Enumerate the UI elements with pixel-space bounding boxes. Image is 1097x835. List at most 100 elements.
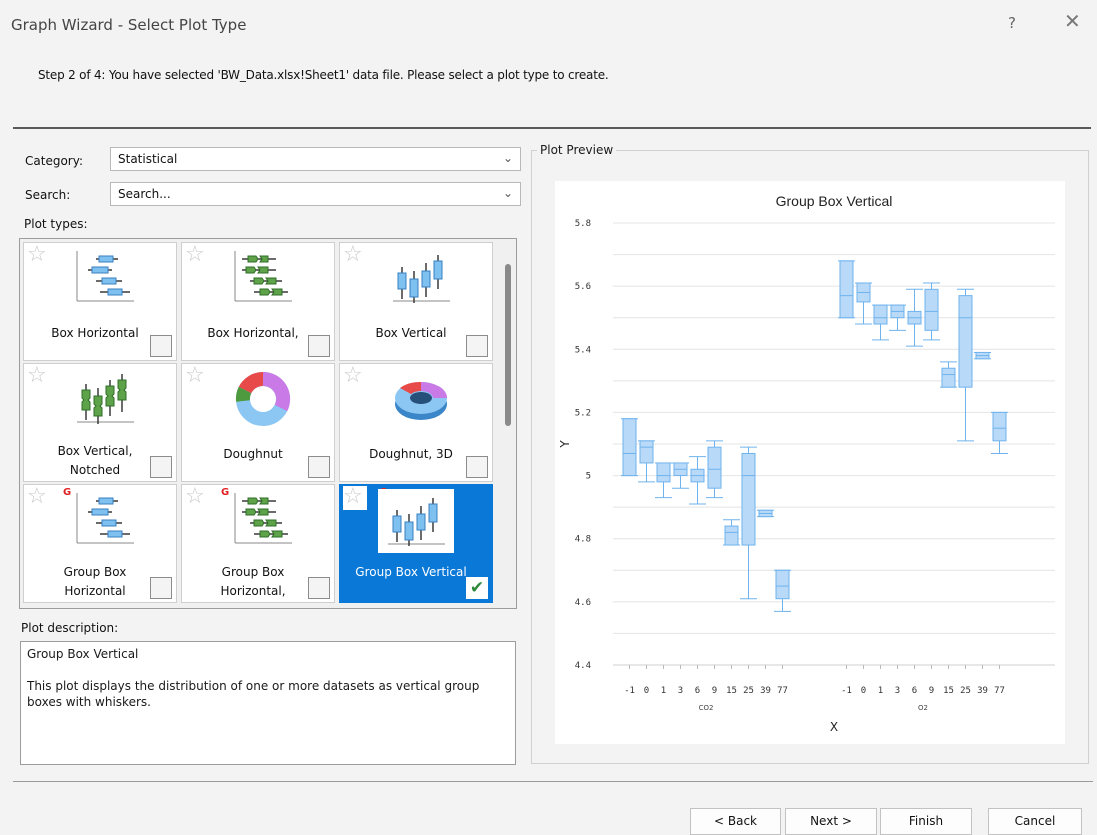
x-tick-label: 9 [712,686,717,696]
search-input[interactable]: Search... ⌄ [110,182,521,206]
x-tick-label: 6 [912,686,917,696]
tile-label: Box Horizontal [51,326,139,340]
x-tick-label: 25 [743,686,754,696]
scrollbar-thumb[interactable] [505,264,511,426]
x-tick-label: 39 [977,686,988,696]
box-body [724,525,739,546]
x-tick-label: 39 [760,686,771,696]
tile-checkbox[interactable] [150,577,172,599]
group-box-horizontal-notched-icon [234,493,292,544]
x-tick-label: -1 [624,686,635,696]
tile-checkbox[interactable] [308,456,330,478]
group-badge: G [63,487,72,498]
star-icon[interactable]: ☆ [27,486,47,508]
x-axis-label: X [830,720,838,734]
tile-checkbox[interactable] [150,456,172,478]
group-badge: G [221,487,230,498]
tile-checkbox[interactable] [466,456,488,478]
box-body [958,295,973,388]
tile-box-vertical[interactable]: ☆ Box Vertical [339,242,493,361]
close-icon[interactable]: ✕ [1064,11,1081,31]
box-body [873,304,888,325]
back-button[interactable]: < Back [690,808,781,835]
category-value: Statistical [118,152,178,166]
x-tick-label: 1 [661,686,666,696]
x-tick-label: -1 [841,686,852,696]
header-divider [13,127,1091,129]
x-tick-label: 0 [861,686,866,696]
tile-checkbox[interactable] [308,577,330,599]
tile-label: Box Horizontal, [207,326,299,340]
next-button[interactable]: Next > [785,808,877,835]
star-icon[interactable]: ☆ [185,486,205,508]
plot-preview-label: Plot Preview [537,143,617,157]
description-label: Plot description: [21,621,119,635]
group-box-horizontal-icon [76,493,134,544]
footer-divider [13,781,1093,782]
x-tick-label: 1 [878,686,883,696]
tile-label: Doughnut [223,447,283,461]
star-icon[interactable]: ☆ [27,244,47,266]
tile-group-box-horizontal-notched[interactable]: ☆ G Group Box Horizontal, [181,484,335,603]
group-label: O2 [918,704,928,712]
box-body [941,367,956,388]
group-label: CO2 [699,704,714,712]
box-body [992,411,1007,442]
x-tick-label: 3 [678,686,683,696]
finish-button[interactable]: Finish [880,808,972,835]
x-tick-label: 3 [895,686,900,696]
star-icon[interactable]: ☆ [185,244,205,266]
window-title: Graph Wizard - Select Plot Type [11,16,247,34]
tile-label: Group Box Horizontal, [220,565,286,598]
x-tick-label: 15 [943,686,954,696]
doughnut-icon [235,371,291,426]
tile-box-horizontal-notched[interactable]: ☆ Box Horizontal, [181,242,335,361]
description-box: Group Box Vertical This plot displays th… [20,641,516,765]
search-label: Search: [25,188,71,202]
tile-box-horizontal[interactable]: ☆ Box Horizontal [23,242,177,361]
x-tick-label: 9 [929,686,934,696]
chevron-down-icon: ⌄ [502,151,513,165]
tile-checkbox[interactable] [466,335,488,357]
y-tick-label: 5 [586,472,591,482]
search-placeholder: Search... [118,187,171,201]
x-tick-label: 15 [726,686,737,696]
box-body [656,462,671,483]
star-icon[interactable]: ☆ [27,365,47,387]
box-body [707,446,722,489]
chart-title: Group Box Vertical [776,193,893,209]
tile-label: Box Vertical [375,326,447,340]
tile-label: Group Box Vertical [355,565,467,579]
cancel-button[interactable]: Cancel [988,808,1082,835]
tile-checkbox[interactable] [308,335,330,357]
star-icon[interactable]: ☆ [343,365,363,387]
box-body [839,260,854,319]
category-dropdown[interactable]: Statistical ⌄ [110,147,521,171]
x-tick-label: 6 [695,686,700,696]
help-button[interactable]: ? [1008,14,1016,32]
box-vertical-notched-icon [77,374,134,424]
tile-box-vertical-notched[interactable]: ☆ Box Vertical, Notched [23,363,177,482]
star-icon[interactable]: ☆ [343,486,367,510]
chart-panel: Group Box Vertical 4.4 4.6 4.8 5 5.2 5.4 5.6 5.8… [555,181,1065,744]
tile-label: Doughnut, 3D [369,447,453,461]
star-icon[interactable]: ☆ [343,244,363,266]
box-horizontal-notched-icon [234,251,292,302]
y-tick-label: 4.4 [575,661,591,671]
box-body [622,418,637,477]
check-icon[interactable]: ✔ [466,577,488,599]
tile-group-box-horizontal[interactable]: ☆ G Group Box Horizontal [23,484,177,603]
tile-doughnut-3d[interactable]: ☆ Doughnut, 3D [339,363,493,482]
y-tick-label: 5.8 [575,219,591,229]
plot-types-grid: ☆ Box Horizontal ☆ Box Horizontal, ☆ Box… [19,238,517,609]
y-tick-label: 5.2 [575,408,591,418]
x-tick-label: 77 [994,686,1005,696]
box-body [775,569,790,600]
star-icon[interactable]: ☆ [185,365,205,387]
box-body [639,440,654,464]
tile-group-box-vertical[interactable]: ☆ G Group Box Vertical ✔ [339,484,493,603]
description-body: This plot displays the distribution of o… [27,679,480,709]
tile-checkbox[interactable] [150,335,172,357]
tile-doughnut[interactable]: ☆ Doughnut [181,363,335,482]
box-vertical-icon [393,255,450,303]
